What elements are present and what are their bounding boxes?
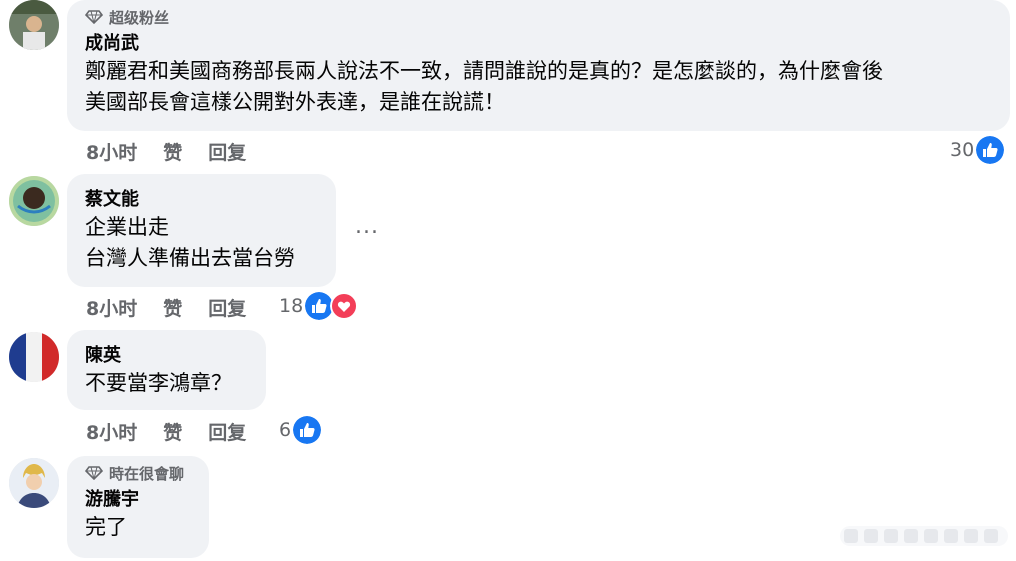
like-button[interactable]: 赞 xyxy=(163,138,182,165)
comment-text: 完了 xyxy=(85,515,127,539)
comment-bubble: 蔡文能 企業出走 台灣人準備出去當台勞 xyxy=(67,174,336,287)
timestamp[interactable]: 8小时 xyxy=(86,418,137,445)
like-button[interactable]: 赞 xyxy=(163,418,182,445)
reaction-count: 30 xyxy=(950,139,975,161)
reaction-count: 6 xyxy=(279,419,292,441)
love-icon xyxy=(330,292,359,320)
timestamp[interactable]: 8小时 xyxy=(86,138,137,165)
avatar[interactable] xyxy=(9,332,59,382)
like-button[interactable]: 赞 xyxy=(163,294,182,321)
comment-bubble: 時在很會聊 游騰宇 完了 xyxy=(67,456,209,558)
avatar[interactable] xyxy=(9,0,59,50)
avatar[interactable] xyxy=(9,458,59,508)
horizontal-scrollbar[interactable] xyxy=(838,522,1010,550)
comment-bubble: 陳英 不要當李鴻章？ xyxy=(67,330,266,410)
more-options-button[interactable]: ... xyxy=(355,214,379,239)
comment-text: 鄭麗君和美國商務部長兩人說法不一致，請問誰說的是真的？是怎麼談的，為什麼會後 美國… xyxy=(85,59,883,114)
reaction-count: 18 xyxy=(279,295,304,317)
diamond-icon xyxy=(85,466,103,480)
comment-actions: 8小时 赞 回复 xyxy=(86,418,272,445)
reaction-summary[interactable]: 6 xyxy=(279,416,322,444)
comment-actions: 8小时 赞 回复 xyxy=(86,294,272,321)
badge-label: 時在很會聊 xyxy=(109,464,185,483)
like-icon xyxy=(305,292,334,320)
badge-label: 超级粉丝 xyxy=(109,8,170,27)
comment-author[interactable]: 游騰宇 xyxy=(85,488,191,512)
reaction-summary[interactable]: 30 xyxy=(950,136,1005,164)
comment-author[interactable]: 蔡文能 xyxy=(85,188,318,212)
conversation-starter-badge: 時在很會聊 xyxy=(85,464,191,483)
reply-button[interactable]: 回复 xyxy=(208,418,246,445)
like-icon xyxy=(293,416,322,444)
reply-button[interactable]: 回复 xyxy=(208,138,246,165)
like-icon xyxy=(976,136,1005,164)
reply-button[interactable]: 回复 xyxy=(208,294,246,321)
timestamp[interactable]: 8小时 xyxy=(86,294,137,321)
comment-author[interactable]: 成尚武 xyxy=(85,32,992,56)
top-fan-badge: 超级粉丝 xyxy=(85,8,992,27)
diamond-icon xyxy=(85,10,103,24)
comment-text: 不要當李鴻章？ xyxy=(85,371,232,395)
comment-bubble: 超级粉丝 成尚武 鄭麗君和美國商務部長兩人說法不一致，請問誰說的是真的？是怎麼談… xyxy=(67,0,1010,131)
comment-text: 企業出走 台灣人準備出去當台勞 xyxy=(85,215,295,270)
comment-actions: 8小时 赞 回复 xyxy=(86,138,272,165)
avatar[interactable] xyxy=(9,176,59,226)
reaction-summary[interactable]: 18 xyxy=(279,292,359,320)
comment-author[interactable]: 陳英 xyxy=(85,344,248,368)
